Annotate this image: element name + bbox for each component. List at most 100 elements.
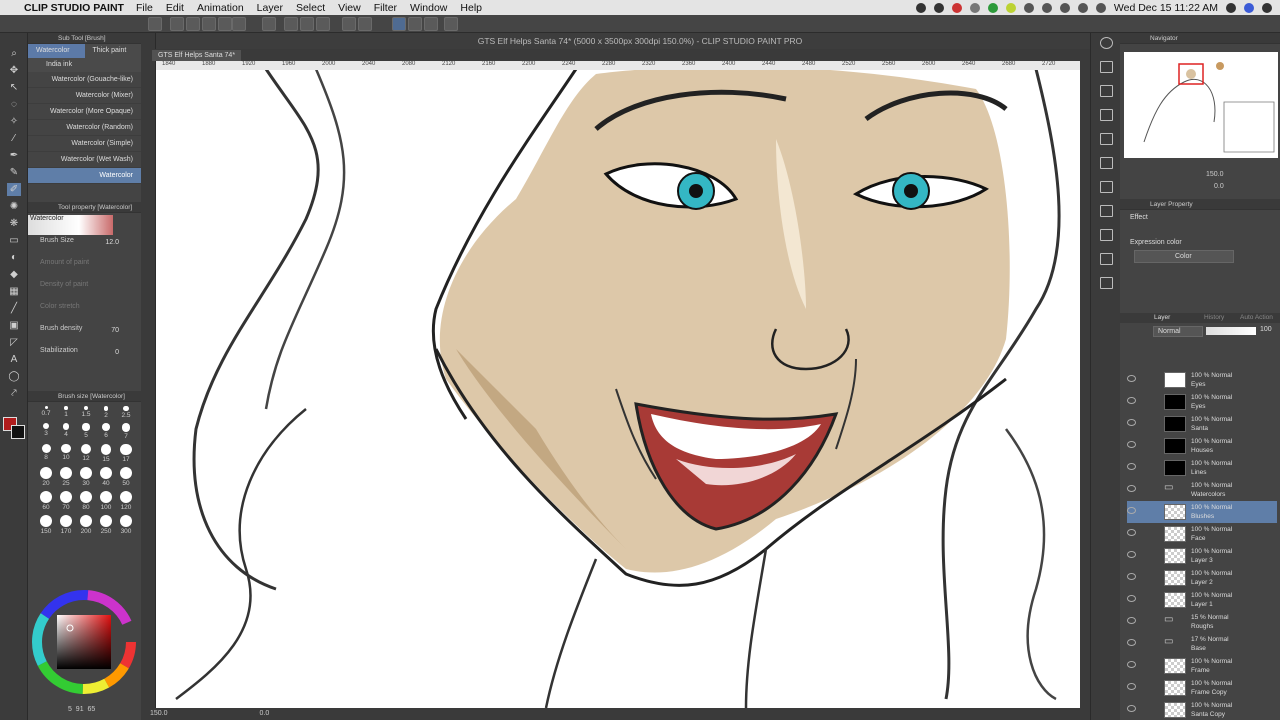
brush-size-preset[interactable]: 120: [116, 491, 136, 511]
visibility-eye-icon[interactable]: [1127, 529, 1136, 536]
figure-icon[interactable]: ╱: [7, 302, 21, 315]
clock-text[interactable]: Wed Dec 15 11:22 AM: [1114, 2, 1218, 14]
brush-size-preset[interactable]: 200: [76, 515, 96, 535]
search-icon[interactable]: [1100, 37, 1113, 49]
visibility-eye-icon[interactable]: [1127, 507, 1136, 514]
expression-color-select[interactable]: Color: [1134, 250, 1234, 263]
brush-size-preset[interactable]: 50: [116, 467, 136, 487]
volume-icon[interactable]: [1077, 2, 1088, 13]
layer-row[interactable]: 100 % Normal Face: [1127, 523, 1277, 545]
snap-grid-icon[interactable]: [424, 17, 438, 31]
brush-size-preset[interactable]: 1.5: [76, 406, 96, 419]
search-layer-icon[interactable]: [1100, 229, 1113, 241]
battery-icon[interactable]: [1095, 2, 1106, 13]
brush-size-preset[interactable]: 20: [36, 467, 56, 487]
magic-wand-icon[interactable]: ✧: [7, 115, 21, 128]
layer-row[interactable]: 100 % Normal Layer 3: [1127, 545, 1277, 567]
zoom-tool-icon[interactable]: ⌕: [7, 47, 21, 60]
status-angle[interactable]: 0.0: [259, 710, 269, 717]
stabilization-value[interactable]: 0: [115, 349, 119, 356]
brush-size-preset[interactable]: 100: [96, 491, 116, 511]
brush-size-preset[interactable]: 7: [116, 423, 136, 440]
brush-size-preset[interactable]: 25: [56, 467, 76, 487]
control-center-icon[interactable]: [1262, 2, 1272, 13]
brush-wet-wash[interactable]: Watercolor (Wet Wash): [28, 152, 141, 168]
ruler-tool-icon[interactable]: ◸: [7, 336, 21, 349]
navigator-zoom-row[interactable]: 150.0: [1126, 171, 1276, 181]
bluetooth-icon[interactable]: [1041, 2, 1052, 13]
brush-density-row[interactable]: Brush density 70: [28, 325, 141, 347]
timeline-icon[interactable]: [1100, 277, 1113, 289]
navigator-zoom[interactable]: 150.0: [1206, 171, 1224, 178]
visibility-eye-icon[interactable]: [1127, 595, 1136, 602]
layer-row[interactable]: 100 % Normal Houses: [1127, 435, 1277, 457]
layer-row[interactable]: 100 % Normal Layer 2: [1127, 567, 1277, 589]
navigator-angle-row[interactable]: 0.0: [1126, 183, 1276, 193]
color-wheel[interactable]: [30, 588, 138, 696]
brush-size-preset[interactable]: 250: [96, 515, 116, 535]
visibility-eye-icon[interactable]: [1127, 419, 1136, 426]
brush-size-preset[interactable]: 2: [96, 406, 116, 419]
visibility-eye-icon[interactable]: [1127, 485, 1136, 492]
layer-row[interactable]: 100 % Normal Layer 1: [1127, 589, 1277, 611]
lasso-tool-icon[interactable]: ◌: [7, 98, 21, 111]
brush-size-row[interactable]: Brush Size 12.0: [28, 237, 141, 259]
subtool-group-india-ink[interactable]: India ink: [28, 58, 141, 72]
brush-size-preset[interactable]: 170: [56, 515, 76, 535]
decoration-icon[interactable]: ❋: [7, 217, 21, 230]
balloon-icon[interactable]: ◯: [7, 370, 21, 383]
menu-animation[interactable]: Animation: [197, 2, 244, 14]
subtool-tab-thick-paint[interactable]: Thick paint: [85, 44, 142, 58]
operation-tool-icon[interactable]: ↖: [7, 81, 21, 94]
brush-simple[interactable]: Watercolor (Simple): [28, 136, 141, 152]
brush-size-preset[interactable]: 4: [56, 423, 76, 439]
opacity-value[interactable]: 100: [1260, 326, 1272, 333]
visibility-eye-icon[interactable]: [1127, 617, 1136, 624]
eyedropper-icon[interactable]: ⁄: [7, 132, 21, 145]
layer-row[interactable]: 100 % Normal Eyes: [1127, 369, 1277, 391]
blend-mode-select[interactable]: Normal: [1153, 326, 1203, 337]
export-icon[interactable]: [218, 17, 232, 31]
lime-icon[interactable]: [1005, 2, 1016, 13]
layer-row[interactable]: 100 % Normal Lines: [1127, 457, 1277, 479]
menu-layer[interactable]: Layer: [257, 2, 283, 14]
undo-icon[interactable]: [232, 17, 246, 31]
siri-icon[interactable]: [1244, 2, 1254, 13]
brush-size-preset[interactable]: 0.7: [36, 406, 56, 419]
brush-size-preset[interactable]: 3: [36, 423, 56, 439]
brush-size-preset[interactable]: 30: [76, 467, 96, 487]
stabilization-row[interactable]: Stabilization 0: [28, 347, 141, 369]
layer-row[interactable]: 100 % Normal Blushes: [1127, 501, 1277, 523]
brush-size-preset[interactable]: 2.5: [116, 406, 136, 419]
menu-filter[interactable]: Filter: [374, 2, 397, 14]
menu-window[interactable]: Window: [410, 2, 447, 14]
canvas-tab[interactable]: GTS Elf Helps Santa 74*: [152, 50, 242, 61]
sub-color-swatch[interactable]: [11, 425, 25, 439]
canvas[interactable]: [156, 49, 1080, 708]
layer-row[interactable]: 100 % Normal Santa: [1127, 413, 1277, 435]
save-icon[interactable]: [202, 17, 216, 31]
pen-tool-icon[interactable]: ✒: [7, 149, 21, 162]
navigator-icon[interactable]: [1100, 157, 1113, 169]
visibility-eye-icon[interactable]: [1127, 397, 1136, 404]
status-zoom[interactable]: 150.0: [150, 710, 168, 717]
visibility-eye-icon[interactable]: [1127, 551, 1136, 558]
brush-size-preset[interactable]: 5: [76, 423, 96, 439]
brush-size-preset[interactable]: 70: [56, 491, 76, 511]
tab-layer[interactable]: Layer: [1154, 313, 1170, 323]
eraser-icon[interactable]: ▭: [7, 234, 21, 247]
menu-select[interactable]: Select: [296, 2, 325, 14]
settings-icon[interactable]: [444, 17, 458, 31]
navigator-angle[interactable]: 0.0: [1214, 183, 1224, 190]
wifi-icon[interactable]: [1059, 2, 1070, 13]
visibility-eye-icon[interactable]: [1127, 683, 1136, 690]
brush-tool-icon[interactable]: ✐: [7, 183, 21, 196]
deselect-icon[interactable]: [342, 17, 356, 31]
left-panel-scrollbar[interactable]: [141, 33, 156, 720]
snap-special-icon[interactable]: [408, 17, 422, 31]
opacity-slider[interactable]: [1206, 327, 1256, 335]
visibility-eye-icon[interactable]: [1127, 441, 1136, 448]
timer-icon[interactable]: [969, 2, 980, 13]
snap-ruler-icon[interactable]: [392, 17, 406, 31]
property-icon[interactable]: [1100, 205, 1113, 217]
